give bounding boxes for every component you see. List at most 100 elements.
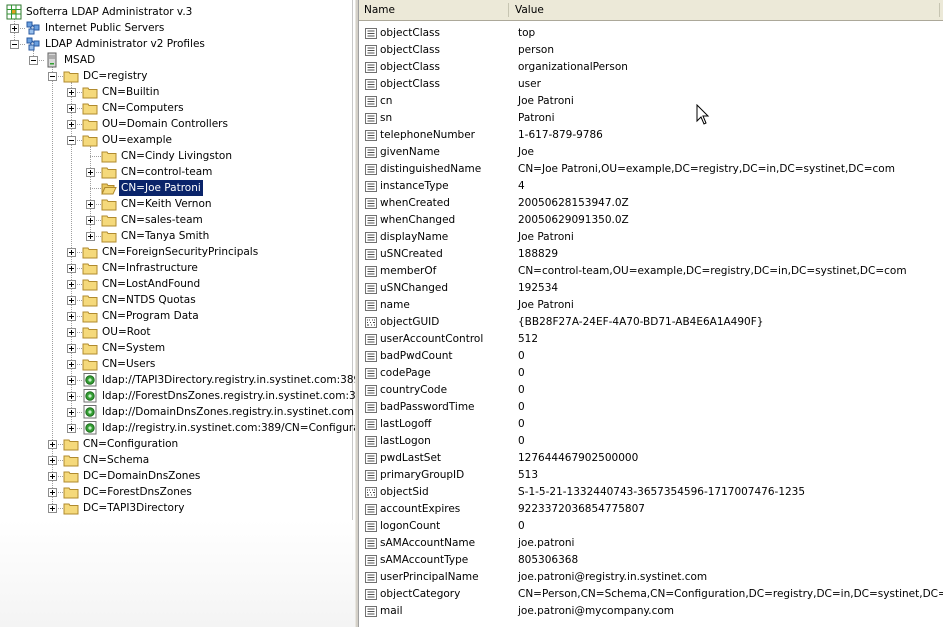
attribute-row[interactable]: pwdLastSet 127644467902500000 bbox=[359, 450, 943, 467]
expand-icon[interactable] bbox=[67, 360, 76, 369]
tree-node-label[interactable]: ldap://TAPI3Directory.registry.in.systin… bbox=[100, 372, 355, 388]
tree-node-label[interactable]: DC=DomainDnsZones bbox=[81, 468, 202, 484]
attribute-row[interactable]: whenCreated 20050628153947.0Z bbox=[359, 195, 943, 212]
tree-node[interactable]: CN=ForeignSecurityPrincipals bbox=[0, 244, 352, 260]
tree-node[interactable]: CN=NTDS Quotas bbox=[0, 292, 352, 308]
attribute-row[interactable]: distinguishedName CN=Joe Patroni,OU=examp… bbox=[359, 161, 943, 178]
attribute-row[interactable]: whenChanged 20050629091350.0Z bbox=[359, 212, 943, 229]
tree-node-label[interactable]: CN=Joe Patroni bbox=[119, 180, 203, 196]
tree-node[interactable]: CN=sales-team bbox=[0, 212, 352, 228]
attribute-row[interactable]: sn Patroni bbox=[359, 110, 943, 127]
attribute-row[interactable]: objectClass person bbox=[359, 42, 943, 59]
attribute-row[interactable]: lastLogon 0 bbox=[359, 433, 943, 450]
tree-node[interactable]: ldap://DomainDnsZones.registry.in.systin… bbox=[0, 404, 355, 420]
attribute-row[interactable]: givenName Joe bbox=[359, 144, 943, 161]
attribute-row[interactable]: uSNCreated 188829 bbox=[359, 246, 943, 263]
tree-node-label[interactable]: Internet Public Servers bbox=[43, 20, 166, 36]
column-divider[interactable] bbox=[939, 3, 940, 17]
tree-node-label[interactable]: ldap://DomainDnsZones.registry.in.systin… bbox=[100, 404, 355, 420]
tree-node-label[interactable]: CN=Keith Vernon bbox=[119, 196, 214, 212]
tree-node[interactable]: CN=control-team bbox=[0, 164, 352, 180]
attribute-row[interactable]: uSNChanged 192534 bbox=[359, 280, 943, 297]
expand-icon[interactable] bbox=[10, 24, 19, 33]
tree-node[interactable]: CN=Configuration bbox=[0, 436, 352, 452]
attribute-row[interactable]: logonCount 0 bbox=[359, 518, 943, 535]
attribute-row[interactable]: sAMAccountName joe.patroni bbox=[359, 535, 943, 552]
expand-icon[interactable] bbox=[86, 216, 95, 225]
expand-icon[interactable] bbox=[67, 88, 76, 97]
tree-node[interactable]: CN=Computers bbox=[0, 100, 352, 116]
expand-icon[interactable] bbox=[86, 232, 95, 241]
expand-icon[interactable] bbox=[48, 504, 57, 513]
tree-node[interactable]: CN=Tanya Smith bbox=[0, 228, 352, 244]
attribute-row[interactable]: countryCode 0 bbox=[359, 382, 943, 399]
tree-node[interactable]: CN=Keith Vernon bbox=[0, 196, 352, 212]
tree-node-label[interactable]: CN=sales-team bbox=[119, 212, 205, 228]
tree-node[interactable]: CN=Cindy Livingston bbox=[0, 148, 352, 164]
tree-node[interactable]: CN=Users bbox=[0, 356, 352, 372]
tree-node[interactable]: Internet Public Servers bbox=[0, 20, 352, 36]
attribute-row[interactable]: memberOf CN=control-team,OU=example,DC=re… bbox=[359, 263, 943, 280]
attribute-row[interactable]: name Joe Patroni bbox=[359, 297, 943, 314]
expand-icon[interactable] bbox=[67, 376, 76, 385]
attribute-row[interactable]: badPasswordTime 0 bbox=[359, 399, 943, 416]
column-header-value[interactable]: Value bbox=[510, 0, 935, 20]
tree-node[interactable]: Softerra LDAP Administrator v.3 bbox=[0, 4, 352, 20]
tree-node-label[interactable]: CN=Tanya Smith bbox=[119, 228, 211, 244]
tree-node-label[interactable]: Softerra LDAP Administrator v.3 bbox=[24, 4, 194, 20]
tree-node[interactable]: ldap://ForestDnsZones.registry.in.systin… bbox=[0, 388, 355, 404]
expand-icon[interactable] bbox=[67, 392, 76, 401]
tree-node-label[interactable]: OU=Domain Controllers bbox=[100, 116, 230, 132]
tree-node[interactable]: DC=DomainDnsZones bbox=[0, 468, 352, 484]
attribute-row[interactable]: objectGUID {BB28F27A-24EF-4A70-BD71-AB4E6… bbox=[359, 314, 943, 331]
attribute-list-view[interactable]: Name Value objectClass top objectClass pers… bbox=[359, 0, 943, 627]
tree-node-label[interactable]: CN=Users bbox=[100, 356, 157, 372]
attribute-row[interactable]: displayName Joe Patroni bbox=[359, 229, 943, 246]
collapse-icon[interactable] bbox=[10, 40, 19, 49]
tree-node-label[interactable]: CN=ForeignSecurityPrincipals bbox=[100, 244, 260, 260]
tree-node-label[interactable]: LDAP Administrator v2 Profiles bbox=[43, 36, 207, 52]
attribute-row[interactable]: codePage 0 bbox=[359, 365, 943, 382]
column-header-name[interactable]: Name bbox=[359, 0, 510, 20]
expand-icon[interactable] bbox=[67, 296, 76, 305]
attribute-row[interactable]: badPwdCount 0 bbox=[359, 348, 943, 365]
tree-node[interactable]: CN=System bbox=[0, 340, 352, 356]
tree-node[interactable]: LDAP Administrator v2 Profiles bbox=[0, 36, 352, 52]
tree-node-label[interactable]: CN=System bbox=[100, 340, 167, 356]
tree-node-label[interactable]: CN=Program Data bbox=[100, 308, 201, 324]
attribute-row[interactable]: sAMAccountType 805306368 bbox=[359, 552, 943, 569]
tree-node[interactable]: OU=example bbox=[0, 132, 352, 148]
tree-node-label[interactable]: DC=registry bbox=[81, 68, 149, 84]
expand-icon[interactable] bbox=[48, 456, 57, 465]
expand-icon[interactable] bbox=[67, 264, 76, 273]
tree-node-label[interactable]: ldap://registry.in.systinet.com:389/CN=C… bbox=[100, 420, 355, 436]
expand-icon[interactable] bbox=[67, 280, 76, 289]
attribute-row[interactable]: userAccountControl 512 bbox=[359, 331, 943, 348]
expand-icon[interactable] bbox=[67, 408, 76, 417]
collapse-icon[interactable] bbox=[48, 72, 57, 81]
tree-node[interactable]: DC=TAPI3Directory bbox=[0, 500, 352, 516]
attribute-row[interactable]: mail joe.patroni@mycompany.com bbox=[359, 603, 943, 620]
attribute-row[interactable]: objectClass organizationalPerson bbox=[359, 59, 943, 76]
expand-icon[interactable] bbox=[67, 344, 76, 353]
collapse-icon[interactable] bbox=[29, 56, 38, 65]
attribute-row[interactable]: telephoneNumber 1-617-879-9786 bbox=[359, 127, 943, 144]
expand-icon[interactable] bbox=[86, 168, 95, 177]
expand-icon[interactable] bbox=[67, 328, 76, 337]
attribute-row[interactable]: objectClass user bbox=[359, 76, 943, 93]
attribute-row[interactable]: objectCategory CN=Person,CN=Schema,CN=Con… bbox=[359, 586, 943, 603]
expand-icon[interactable] bbox=[86, 200, 95, 209]
attribute-row[interactable]: objectSid S-1-5-21-1332440743-3657354596-… bbox=[359, 484, 943, 501]
expand-icon[interactable] bbox=[67, 248, 76, 257]
tree-node-label[interactable]: CN=control-team bbox=[119, 164, 214, 180]
tree-node[interactable]: CN=LostAndFound bbox=[0, 276, 352, 292]
expand-icon[interactable] bbox=[48, 488, 57, 497]
tree-node[interactable]: DC=registry bbox=[0, 68, 352, 84]
tree-node[interactable]: CN=Joe Patroni bbox=[0, 180, 352, 196]
tree-node-label[interactable]: OU=example bbox=[100, 132, 174, 148]
tree-node-label[interactable]: CN=NTDS Quotas bbox=[100, 292, 198, 308]
expand-icon[interactable] bbox=[67, 104, 76, 113]
attribute-row[interactable]: cn Joe Patroni bbox=[359, 93, 943, 110]
expand-icon[interactable] bbox=[67, 312, 76, 321]
attribute-row[interactable]: accountExpires 9223372036854775807 bbox=[359, 501, 943, 518]
